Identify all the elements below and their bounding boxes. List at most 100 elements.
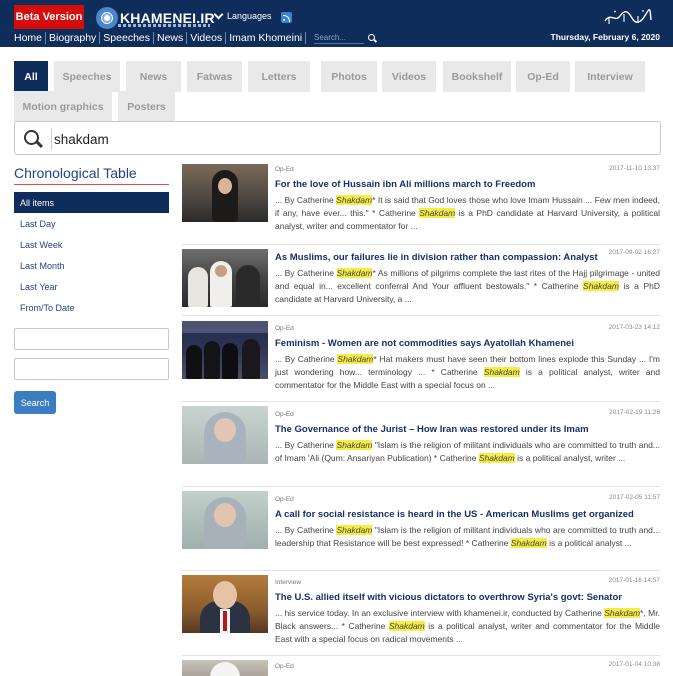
sidebar-item-last-year[interactable]: Last Year bbox=[14, 276, 169, 297]
result-thumbnail[interactable] bbox=[182, 575, 268, 633]
result-snippet: ... By Catherine Shakdam "Islam is the r… bbox=[275, 525, 660, 549]
result-snippet: ... By Catherine Shakdam* As millions of… bbox=[275, 268, 660, 305]
tab-interview[interactable]: Interview bbox=[575, 61, 645, 92]
result-thumbnail[interactable] bbox=[182, 491, 268, 549]
rss-icon[interactable] bbox=[281, 12, 292, 23]
sidebar-item-last-month[interactable]: Last Month bbox=[14, 255, 169, 276]
highlighted-keyword: Shakdam bbox=[336, 195, 373, 205]
result-snippet: ... By Catherine Shakdam* Hat makers mus… bbox=[275, 354, 660, 391]
highlighted-keyword: Shakdam bbox=[510, 538, 547, 549]
result-divider bbox=[182, 486, 660, 487]
beta-badge[interactable]: Beta Version bbox=[14, 5, 84, 29]
from-date-field[interactable] bbox=[14, 328, 169, 350]
result-divider bbox=[182, 401, 660, 402]
result-date: 2017-01-16 14:57 bbox=[608, 577, 660, 584]
result-divider bbox=[182, 570, 660, 571]
date-search-button[interactable]: Search bbox=[14, 391, 56, 414]
languages-label: Languages bbox=[227, 11, 272, 21]
result-title-link[interactable]: As Muslims, our failures lie in division… bbox=[275, 252, 660, 264]
tab-photos[interactable]: Photos bbox=[321, 61, 377, 92]
result-date: 2017-01-04 10:38 bbox=[608, 661, 660, 668]
languages-dropdown[interactable]: Languages bbox=[213, 9, 272, 21]
result-divider bbox=[182, 244, 660, 245]
logo-subtitle-decoration bbox=[118, 24, 210, 27]
site-logo[interactable]: KHAMENEI.IR bbox=[96, 5, 215, 31]
nav-home[interactable]: Home bbox=[14, 31, 45, 45]
highlighted-keyword: Shakdam bbox=[419, 208, 456, 219]
result-date: 2017-02-05 11:57 bbox=[609, 494, 660, 501]
tab-fatwas[interactable]: Fatwas bbox=[187, 61, 242, 92]
result-snippet: ... his service today. In an exclusive i… bbox=[275, 608, 660, 645]
emblem-logo-icon bbox=[96, 7, 118, 29]
tab-videos[interactable]: Videos bbox=[382, 61, 436, 92]
tab-speeches[interactable]: Speeches bbox=[54, 61, 120, 92]
nav-biography[interactable]: Biography bbox=[46, 31, 99, 45]
result-date: 2017-02-19 11:26 bbox=[609, 409, 660, 416]
chevron-down-icon bbox=[213, 9, 224, 19]
result-type: Op-Ed bbox=[275, 166, 294, 173]
result-thumbnail[interactable] bbox=[182, 249, 268, 307]
result-divider bbox=[182, 655, 660, 656]
result-thumbnail[interactable] bbox=[182, 164, 268, 222]
result-title-link[interactable]: Feminism - Women are not commodities say… bbox=[275, 338, 660, 350]
result-type: Op-Ed bbox=[275, 663, 294, 670]
result-divider bbox=[182, 315, 660, 316]
tab-motion-graphics[interactable]: Motion graphics bbox=[14, 91, 112, 122]
search-icon[interactable] bbox=[368, 33, 377, 43]
sidebar-item-from-to-date[interactable]: From/To Date bbox=[14, 297, 169, 318]
nav-divider bbox=[305, 32, 307, 44]
sidebar-item-last-day[interactable]: Last Day bbox=[14, 213, 169, 234]
calligraphy-icon bbox=[604, 9, 652, 24]
highlighted-keyword: Shakdam bbox=[336, 440, 373, 450]
highlighted-keyword: Shakdam bbox=[388, 621, 425, 632]
nav-videos[interactable]: Videos bbox=[187, 31, 225, 45]
result-date: 2017-11-10 13:37 bbox=[609, 165, 660, 172]
highlighted-keyword: Shakdam bbox=[336, 525, 373, 535]
highlighted-keyword: Shakdam bbox=[336, 268, 373, 278]
tab-letters[interactable]: Letters bbox=[248, 61, 310, 92]
result-title-link[interactable]: For the love of Hussain ibn Ali millions… bbox=[275, 179, 660, 191]
logo-text: KHAMENEI.IR bbox=[120, 10, 215, 26]
to-date-field[interactable] bbox=[14, 358, 169, 380]
tab-op-ed[interactable]: Op-Ed bbox=[516, 61, 570, 92]
search-divider bbox=[51, 128, 52, 150]
highlighted-keyword: Shakdam bbox=[583, 281, 619, 292]
main-nav: Home Biography Speeches News Videos Imam… bbox=[14, 31, 307, 45]
result-snippet: ... By Catherine Shakdam "Islam is the r… bbox=[275, 440, 660, 464]
highlighted-keyword: Shakdam bbox=[483, 367, 520, 378]
result-thumbnail[interactable] bbox=[182, 406, 268, 464]
search-icon[interactable] bbox=[23, 129, 43, 149]
current-date: Thursday, February 6, 2020 bbox=[550, 32, 660, 42]
sidebar-item-all-items[interactable]: All items bbox=[14, 192, 169, 213]
result-type: Op-Ed bbox=[275, 325, 294, 332]
result-type: Op-Ed bbox=[275, 496, 294, 503]
main-search-input[interactable] bbox=[54, 127, 644, 151]
result-thumbnail[interactable] bbox=[182, 660, 268, 676]
highlighted-keyword: Shakdam bbox=[478, 453, 515, 464]
tab-news[interactable]: News bbox=[126, 61, 181, 92]
nav-imam-khomeini[interactable]: Imam Khomeini bbox=[226, 31, 305, 45]
result-date: 2017-03-23 14:12 bbox=[608, 324, 660, 331]
result-title-link[interactable]: The U.S. allied itself with vicious dict… bbox=[275, 592, 660, 604]
result-type: Op-Ed bbox=[275, 411, 294, 418]
sidebar-item-last-week[interactable]: Last Week bbox=[14, 234, 169, 255]
result-snippet: ... By Catherine Shakdam* It is said tha… bbox=[275, 195, 660, 232]
nav-news[interactable]: News bbox=[154, 31, 186, 45]
header-search-input[interactable] bbox=[314, 32, 364, 44]
main-search-box bbox=[14, 121, 661, 155]
highlighted-keyword: Shakdam bbox=[604, 608, 641, 618]
header-search bbox=[314, 31, 378, 45]
tab-all[interactable]: All bbox=[14, 61, 48, 92]
result-title-link[interactable]: The Governance of the Jurist – How Iran … bbox=[275, 424, 660, 436]
chronological-sidebar: Chronological Table All items Last Day L… bbox=[14, 164, 169, 414]
result-thumbnail[interactable] bbox=[182, 321, 268, 379]
sidebar-title: Chronological Table bbox=[14, 164, 169, 185]
nav-speeches[interactable]: Speeches bbox=[100, 31, 153, 45]
result-type: Interview bbox=[275, 579, 302, 586]
tab-bookshelf[interactable]: Bookshelf bbox=[443, 61, 511, 92]
tab-posters[interactable]: Posters bbox=[118, 91, 175, 122]
highlighted-keyword: Shakdam bbox=[337, 354, 374, 364]
result-title-link[interactable]: A call for social resistance is heard in… bbox=[275, 509, 660, 521]
site-header: Beta Version KHAMENEI.IR Languages Home … bbox=[0, 0, 673, 47]
sidebar-filter-list: All items Last Day Last Week Last Month … bbox=[14, 192, 169, 318]
